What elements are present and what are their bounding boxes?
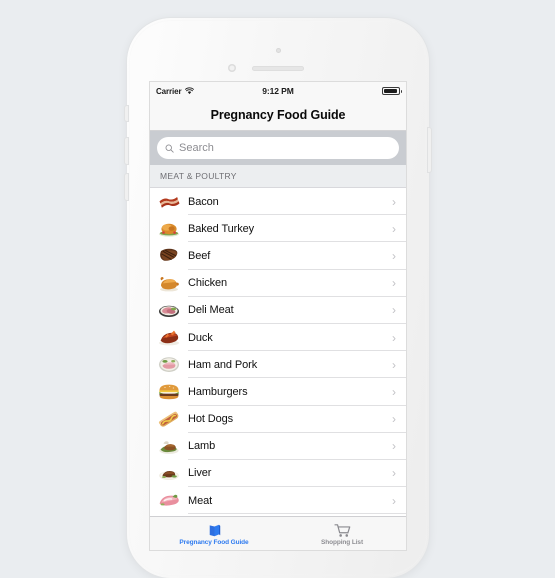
chevron-right-icon: › — [392, 439, 396, 454]
proximity-sensor-icon — [228, 64, 236, 72]
phone-screen: Carrier 9:12 PM Pregnancy Food Guide Sea… — [150, 82, 406, 550]
page-title: Pregnancy Food Guide — [210, 108, 346, 122]
status-bar: Carrier 9:12 PM — [150, 82, 406, 100]
search-icon — [165, 144, 174, 153]
roast-chicken-thumbnail — [157, 273, 181, 294]
shopping-cart-icon — [333, 524, 350, 537]
list-item-label: Deli Meat — [188, 304, 234, 317]
carrier-label: Carrier — [156, 86, 182, 96]
phone-frame: Carrier 9:12 PM Pregnancy Food Guide Sea… — [125, 18, 431, 578]
raw-meat-thumbnail — [157, 490, 181, 511]
list-item[interactable]: Lamb › — [150, 432, 406, 461]
mute-switch[interactable] — [125, 106, 128, 121]
hot-dog-thumbnail — [157, 409, 181, 430]
navigation-bar: Pregnancy Food Guide — [150, 100, 406, 131]
duck-thumbnail — [157, 327, 181, 348]
section-header: MEAT & POULTRY — [150, 165, 406, 188]
tab-shopping-list[interactable]: Shopping List — [278, 517, 406, 550]
volume-up-button[interactable] — [125, 138, 128, 164]
battery-icon — [382, 87, 402, 95]
beef-steak-thumbnail — [157, 245, 181, 266]
list-item-label: Duck — [188, 331, 213, 344]
chevron-right-icon: › — [392, 493, 396, 508]
hamburger-thumbnail — [157, 381, 181, 402]
search-input[interactable]: Search — [157, 137, 399, 159]
tab-pregnancy-food-guide[interactable]: Pregnancy Food Guide — [150, 517, 278, 550]
bacon-thumbnail — [157, 191, 181, 212]
status-bar-clock: 9:12 PM — [262, 86, 294, 96]
lamb-thumbnail — [157, 436, 181, 457]
chevron-right-icon: › — [392, 276, 396, 291]
chevron-right-icon: › — [392, 412, 396, 427]
tab-label-guide: Pregnancy Food Guide — [179, 539, 249, 546]
earpiece-speaker — [252, 66, 304, 71]
list-item[interactable]: Meat › — [150, 487, 406, 515]
list-item[interactable]: Hot Dogs › — [150, 405, 406, 433]
book-icon — [209, 524, 220, 537]
volume-down-button[interactable] — [125, 174, 128, 200]
chevron-right-icon: › — [392, 248, 396, 263]
list-item-label: Lamb — [188, 440, 216, 453]
list-item-label: Baked Turkey — [188, 222, 255, 235]
list-item-label: Ham and Pork — [188, 358, 258, 371]
tab-label-shopping: Shopping List — [320, 539, 364, 546]
list-item-label: Chicken — [188, 277, 228, 290]
list-item[interactable]: Liver › — [150, 459, 406, 488]
chevron-right-icon: › — [392, 221, 396, 236]
front-camera-icon — [275, 48, 281, 53]
list-item-label: Hamburgers — [188, 385, 248, 398]
chevron-right-icon: › — [392, 194, 396, 209]
chevron-right-icon: › — [392, 384, 396, 399]
status-bar-left: Carrier — [156, 87, 262, 96]
battery-fill — [384, 89, 397, 93]
deli-meat-thumbnail — [157, 300, 181, 321]
power-button[interactable] — [428, 128, 431, 172]
chevron-right-icon: › — [392, 330, 396, 345]
chevron-right-icon: › — [392, 466, 396, 481]
list-item-label: Liver — [188, 467, 212, 480]
list-item-label: Bacon — [188, 195, 219, 208]
chevron-right-icon: › — [392, 303, 396, 318]
list-item[interactable]: Baked Turkey › — [150, 215, 406, 243]
list-item[interactable]: Duck › — [150, 323, 406, 352]
list-item[interactable]: Hamburgers › — [150, 378, 406, 406]
tab-bar: Pregnancy Food Guide Shopping List — [150, 516, 406, 550]
list-item-label: Meat — [188, 494, 213, 507]
chevron-right-icon: › — [392, 357, 396, 372]
liver-thumbnail — [157, 463, 181, 484]
list-item[interactable]: Chicken › — [150, 269, 406, 297]
ham-and-pork-thumbnail — [157, 354, 181, 375]
list-item-label: Beef — [188, 249, 211, 262]
list-item[interactable]: Deli Meat › — [150, 296, 406, 325]
food-list[interactable]: Bacon › Baked Turkey › Beef › Chicken › — [150, 188, 406, 516]
list-item-label: Hot Dogs — [188, 413, 234, 426]
baked-turkey-thumbnail — [157, 218, 181, 239]
wifi-icon — [184, 87, 194, 95]
list-item[interactable]: Beef › — [150, 242, 406, 270]
list-item[interactable]: Ham and Pork › — [150, 351, 406, 379]
status-bar-right — [294, 87, 402, 95]
search-placeholder: Search — [179, 142, 214, 154]
search-bar-container: Search — [150, 131, 406, 165]
list-item[interactable]: Bacon › — [150, 188, 406, 216]
